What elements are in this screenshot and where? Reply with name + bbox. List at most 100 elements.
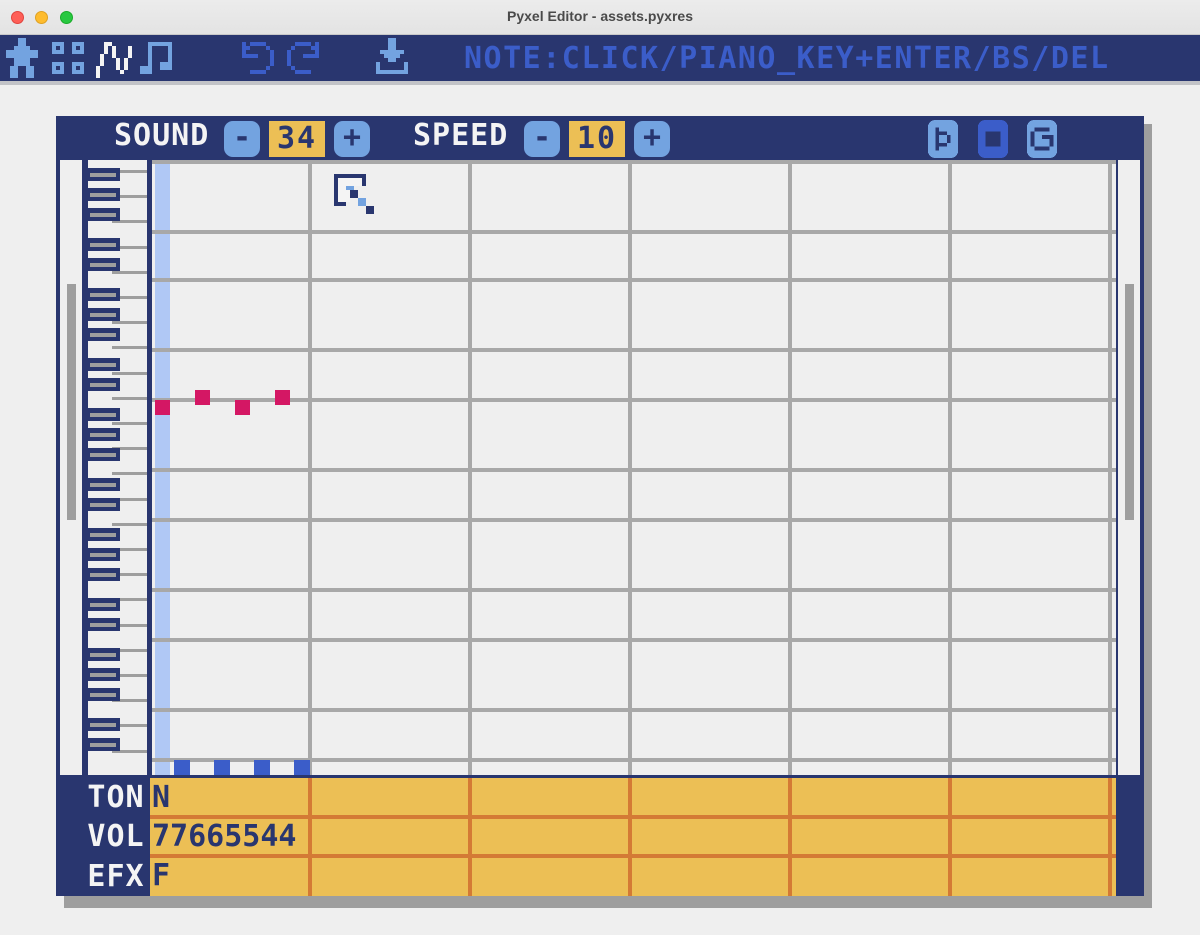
tone-volume-effect-rows[interactable]: N 77665544 F [150, 778, 1116, 896]
note-grid[interactable] [152, 160, 1116, 775]
piano-black-key [84, 308, 120, 321]
grid-column-line [1108, 160, 1112, 775]
grid-row-line [152, 348, 1116, 352]
speed-label: SPEED [413, 118, 509, 153]
piano-white-key [112, 371, 147, 375]
grid-row-line [152, 468, 1116, 472]
row-divider [150, 815, 1116, 819]
grid-column-line [948, 160, 952, 775]
sound-number-value: 34 [269, 121, 325, 157]
piano-black-key [84, 428, 120, 441]
left-scrollbar[interactable] [60, 160, 82, 775]
step-marker [254, 760, 270, 775]
piano-white-key [112, 346, 147, 350]
row-divider [150, 854, 1116, 858]
tilemap-editor-icon[interactable] [48, 38, 88, 78]
column-divider [308, 778, 312, 896]
editor-toolbar: NOTE:CLICK/PIANO_KEY+ENTER/BS/DEL [0, 35, 1200, 81]
efx-label: EFX [87, 859, 145, 894]
ton-value[interactable]: N [152, 780, 170, 816]
column-divider [1108, 778, 1112, 896]
redo-icon[interactable] [283, 38, 323, 78]
column-divider [468, 778, 472, 896]
piano-black-key [84, 288, 120, 301]
piano-black-key [84, 258, 120, 271]
piano-black-key [84, 618, 120, 631]
right-scrollbar[interactable] [1118, 160, 1140, 775]
mouse-cursor-icon [334, 174, 374, 214]
ton-label: TON [87, 780, 145, 815]
stop-button[interactable] [974, 120, 1012, 158]
grid-column-line [628, 160, 632, 775]
note-cell [235, 400, 250, 415]
sound-editor-panel: SOUND - 34 + SPEED - 10 + TON VOL EFX N … [56, 116, 1144, 896]
piano-black-key [84, 448, 120, 461]
piano-white-key [112, 472, 147, 476]
window-titlebar: Pyxel Editor - assets.pyxres [0, 0, 1200, 35]
speed-decrement-button[interactable]: - [524, 121, 560, 157]
step-marker [214, 760, 230, 775]
piano-black-key [84, 548, 120, 561]
piano-white-key [112, 321, 147, 325]
loop-button[interactable] [1023, 120, 1061, 158]
play-button[interactable] [924, 120, 962, 158]
piano-black-key [84, 718, 120, 731]
grid-row-line [152, 160, 1116, 164]
sound-decrement-button[interactable]: - [224, 121, 260, 157]
save-icon[interactable] [372, 38, 412, 78]
sound-editor-icon[interactable] [92, 38, 132, 78]
piano-black-key [84, 528, 120, 541]
vol-label: VOL [87, 819, 145, 854]
image-editor-icon[interactable] [2, 38, 42, 78]
piano-keyboard[interactable] [84, 160, 147, 775]
grid-column-line [788, 160, 792, 775]
note-cell [155, 400, 170, 415]
piano-black-key [84, 668, 120, 681]
piano-black-key [84, 358, 120, 371]
help-message: NOTE:CLICK/PIANO_KEY+ENTER/BS/DEL [464, 41, 1110, 76]
step-marker [294, 760, 310, 775]
column-divider [948, 778, 952, 896]
grid-column-line [468, 160, 472, 775]
music-editor-icon[interactable] [136, 38, 176, 78]
piano-black-key [84, 378, 120, 391]
efx-value[interactable]: F [152, 858, 170, 894]
sound-increment-button[interactable]: + [334, 121, 370, 157]
piano-white-key [112, 422, 147, 425]
note-cell [195, 390, 210, 405]
window-title: Pyxel Editor - assets.pyxres [507, 8, 693, 24]
undo-icon[interactable] [238, 38, 278, 78]
sound-label: SOUND [114, 118, 210, 153]
piano-black-key [84, 208, 120, 221]
piano-black-key [84, 498, 120, 511]
piano-edge [84, 160, 88, 775]
grid-row-line [152, 588, 1116, 592]
grid-column-line [308, 160, 312, 775]
piano-black-key [84, 328, 120, 341]
piano-black-key [84, 688, 120, 701]
grid-row-line [152, 518, 1116, 522]
vol-value[interactable]: 77665544 [152, 819, 297, 855]
piano-black-key [84, 408, 120, 421]
piano-white-key [112, 396, 147, 400]
left-scrollbar-thumb[interactable] [67, 284, 76, 520]
piano-black-key [84, 598, 120, 611]
piano-white-key [112, 522, 147, 526]
grid-row-line [152, 708, 1116, 712]
grid-row-line [152, 638, 1116, 642]
piano-white-key [112, 270, 147, 274]
column-divider [628, 778, 632, 896]
piano-black-key [84, 478, 120, 491]
piano-black-key [84, 188, 120, 201]
note-cell [275, 390, 290, 405]
step-marker [174, 760, 190, 775]
column-divider [788, 778, 792, 896]
right-scrollbar-thumb[interactable] [1125, 284, 1134, 520]
piano-black-key [84, 568, 120, 581]
piano-black-key [84, 738, 120, 751]
grid-row-line [152, 278, 1116, 282]
speed-value: 10 [569, 121, 625, 157]
piano-black-key [84, 238, 120, 251]
piano-black-key [84, 648, 120, 661]
speed-increment-button[interactable]: + [634, 121, 670, 157]
